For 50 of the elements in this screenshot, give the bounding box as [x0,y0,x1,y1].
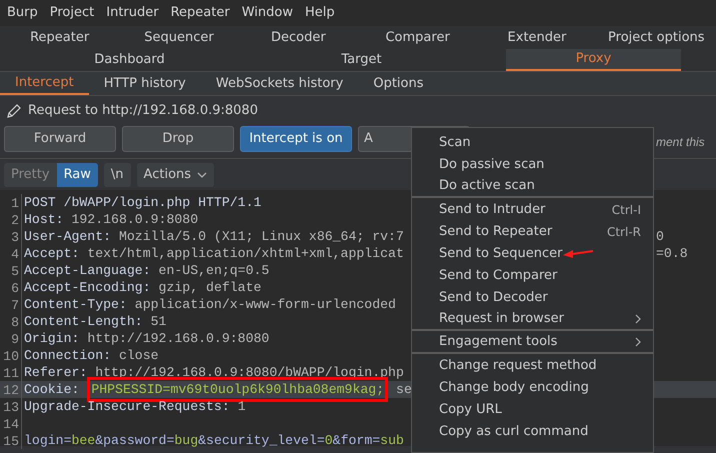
code-text: 0 [324,432,333,450]
code-text: Cookie: [24,380,80,399]
line-number: 5 [0,262,22,279]
line-number: 10 [0,347,22,364]
code-text: http://192.168.0.9:8080 [87,330,270,348]
code-text: en-US,en;q=0.5 [158,262,270,280]
code-text: Accept: [24,244,80,263]
line-number: 7 [0,296,22,313]
code-text: Host: [24,210,65,229]
shortcut-text: Ctrl-R [606,224,641,241]
line-number: 9 [0,330,22,347]
code-text: se [395,380,412,399]
code-text: login= [24,432,72,450]
line-number: 15 [0,432,22,449]
code-text: bug [174,432,198,450]
line-number: 12 [0,381,22,398]
code-text: 51 [150,312,166,331]
code-text: bee [71,432,96,450]
code-text: Accept-Encoding: [24,278,152,297]
line-number: 1 [0,194,22,211]
code-text: sub [380,432,404,450]
code-text: Origin: [24,330,80,348]
request-title: Request to http://192.168.0.9:8080 [28,102,258,120]
code-text: &security_level= [198,432,325,450]
line-number: 13 [0,398,22,415]
shortcut-text: Ctrl-I [612,202,641,219]
line-number: 3 [0,228,22,245]
line-number: 14 [0,415,22,432]
code-text: Referer: [24,364,88,382]
line-number: 6 [0,279,22,296]
code-text: POST /bWAPP/login.php HTTP/1.1 [24,194,262,212]
code-text: Connection: [24,346,112,365]
code-text: User-Agent: [24,228,112,246]
code-text: Accept-Language: [24,262,152,280]
code-text: Content-Length: [24,312,144,331]
code-text: close [118,346,159,365]
code-text: 0 [656,228,664,246]
code-text: &password= [95,432,174,450]
line-number: 4 [0,245,22,262]
line-number: 2 [0,211,22,228]
code-text: PHPSESSID=mv69t0uolp6k90lhba08em9kag; [87,376,388,402]
code-text: 192.168.0.9:8080 [71,210,198,229]
code-text: Content-Type: [24,296,128,314]
code-text: text/html,application/xhtml+xml,applicat [87,244,404,263]
code-text: =0.8 [656,244,688,263]
code-text: &form= [332,432,380,450]
code-text: Mozilla/5.0 (X11; Linux x86_64; rv:7 [118,228,404,246]
line-number: 8 [0,313,22,330]
code-text: gzip, deflate [158,278,262,297]
code-text: application/x-www-form-urlencoded [134,296,396,314]
